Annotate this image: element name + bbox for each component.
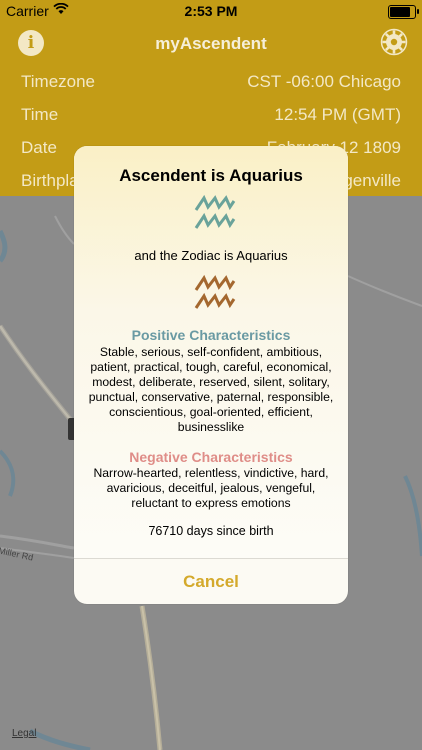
zodiac-text: and the Zodiac is Aquarius: [134, 248, 288, 263]
dialog-content: Ascendent is Aquarius and the Zodiac is …: [74, 146, 348, 558]
timezone-row[interactable]: Timezone CST -06:00 Chicago: [0, 66, 422, 98]
aquarius-icon: [194, 274, 236, 309]
battery-icon: [388, 5, 419, 19]
app-title: myAscendent: [155, 34, 267, 53]
timezone-label: Timezone: [21, 72, 96, 91]
time-value: 12:54 PM (GMT): [274, 105, 401, 124]
positive-text: Stable, serious, self-confident, ambitio…: [88, 345, 334, 434]
dialog-title: Ascendent is Aquarius: [119, 166, 303, 185]
time-row[interactable]: Time 12:54 PM (GMT): [0, 99, 422, 131]
aquarius-icon: [194, 194, 236, 229]
negative-text: Narrow-hearted, relentless, vindictive, …: [93, 466, 329, 510]
navigation-bar: i myAscendent: [0, 22, 422, 66]
date-label: Date: [21, 138, 57, 157]
ascendent-dialog: Ascendent is Aquarius and the Zodiac is …: [74, 146, 348, 604]
days-since-birth: 76710 days since birth: [148, 524, 274, 538]
positive-heading: Positive Characteristics: [131, 327, 291, 343]
status-time: 2:53 PM: [184, 3, 238, 19]
cancel-button[interactable]: Cancel: [74, 559, 348, 604]
settings-icon[interactable]: [380, 28, 408, 56]
status-bar: Carrier 2:53 PM: [0, 0, 422, 22]
legal-link[interactable]: Legal: [12, 728, 36, 739]
time-label: Time: [21, 105, 59, 124]
negative-heading: Negative Characteristics: [129, 449, 293, 465]
timezone-value: CST -06:00 Chicago: [247, 72, 401, 91]
